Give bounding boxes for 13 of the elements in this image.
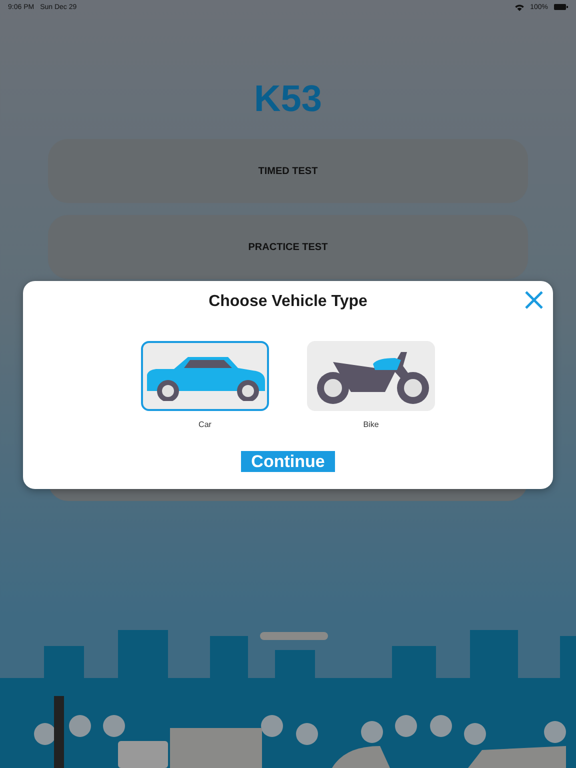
vehicle-label: Bike xyxy=(363,420,379,429)
battery-icon xyxy=(554,4,568,10)
vehicle-option[interactable] xyxy=(307,341,435,411)
vehicle-label: Car xyxy=(198,420,212,429)
menu-button[interactable]: TIMED TEST xyxy=(48,139,528,203)
close-button[interactable] xyxy=(525,291,543,309)
dialog-title: Choose Vehicle Type xyxy=(208,292,368,312)
wifi-icon xyxy=(515,4,524,10)
vehicle-option[interactable] xyxy=(141,341,269,411)
menu-button[interactable]: PRACTICE TEST xyxy=(48,215,528,279)
continue-button[interactable]: Continue xyxy=(241,451,335,472)
close-icon xyxy=(525,291,543,309)
app-title: K53 xyxy=(254,78,322,120)
